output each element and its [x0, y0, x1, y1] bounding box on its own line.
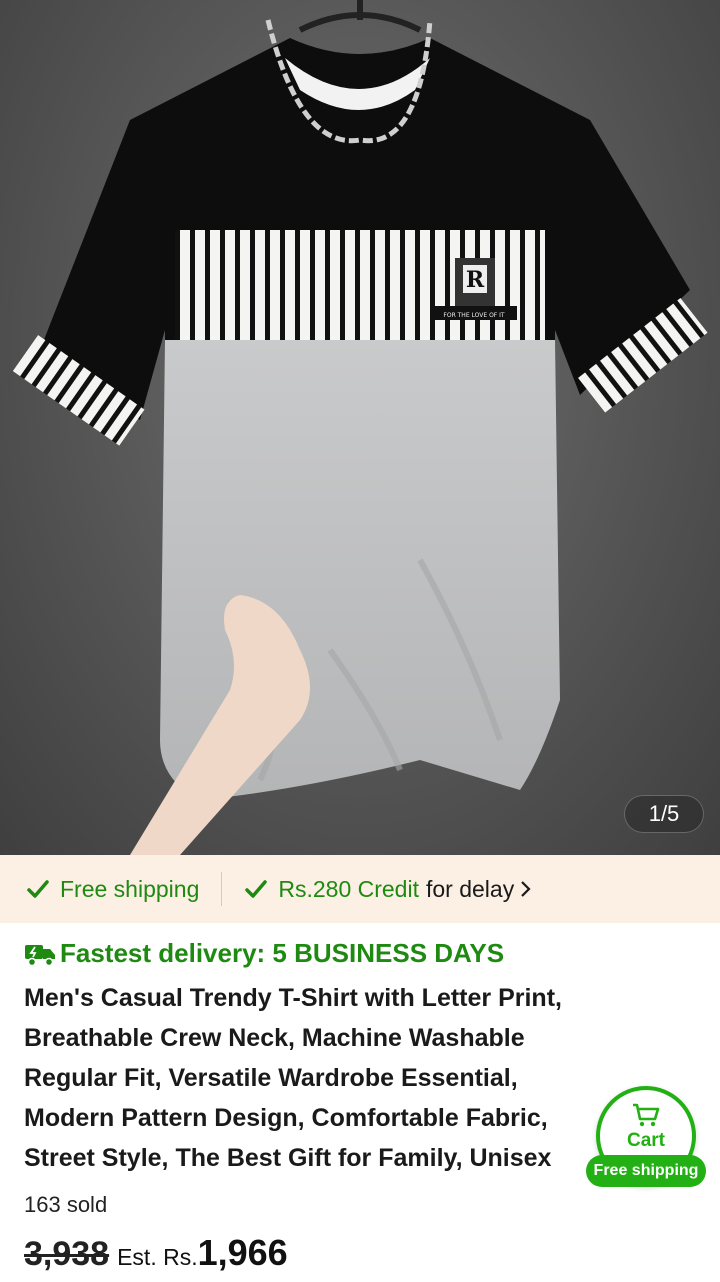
chevron-right-icon	[521, 881, 531, 897]
print-logo-letter: R	[466, 267, 485, 293]
check-icon	[27, 880, 49, 898]
sold-count: 163 sold	[24, 1192, 108, 1217]
print-tagline: FOR THE LOVE OF IT	[443, 312, 505, 319]
fastest-delivery: Fastest delivery: 5 BUSINESS DAYS	[24, 938, 504, 969]
product-image: R FOR THE LOVE OF IT	[12, 0, 708, 855]
image-counter: 1/5	[624, 795, 704, 833]
fastest-delivery-text: Fastest delivery: 5 BUSINESS DAYS	[60, 938, 505, 968]
estimated-price: 1,966	[197, 1232, 288, 1273]
original-price: 3,938	[24, 1235, 110, 1273]
cart-icon	[633, 1103, 660, 1127]
credit-amount: Rs.280 Credit	[278, 875, 419, 902]
free-shipping-label: Free shipping	[60, 875, 200, 902]
product-image-gallery[interactable]: R FOR THE LOVE OF IT 1/5	[0, 0, 720, 855]
cart-label: Cart	[626, 1130, 665, 1151]
credit-suffix: for delay	[425, 875, 515, 902]
check-icon	[245, 880, 268, 898]
divider	[221, 872, 223, 906]
shipping-benefits-bar[interactable]: Free shipping Rs.280 Credit for delay	[0, 855, 720, 923]
price-row: 3,938 Est. Rs. 1,966	[24, 1232, 288, 1274]
cart-free-shipping-badge: Free shipping	[586, 1155, 706, 1187]
product-title: Men's Casual Trendy T-Shirt with Letter …	[24, 984, 562, 1172]
estimated-price-prefix: Est. Rs.	[117, 1244, 198, 1270]
delivery-truck-icon	[25, 944, 55, 966]
delay-credit-item[interactable]: Rs.280 Credit for delay	[244, 876, 532, 903]
free-shipping-item: Free shipping	[26, 876, 199, 903]
